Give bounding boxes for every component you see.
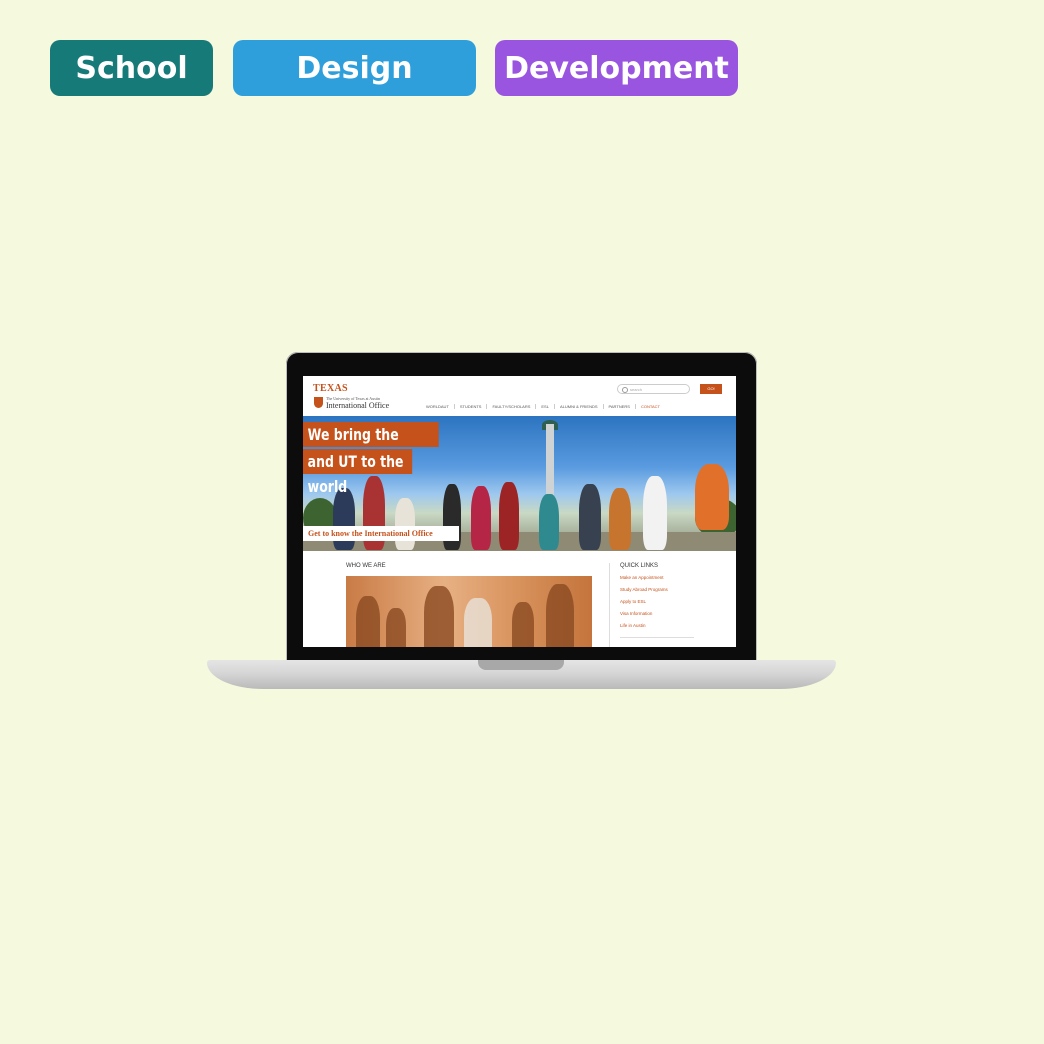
nav-item-partners[interactable]: PARTNERS [604,404,636,409]
hero-person [471,486,491,550]
quick-links-heading: QUICK LINKS [620,563,659,569]
brand-office: International Office [326,401,390,410]
hero-person [395,498,415,550]
tag-development[interactable]: Development [495,40,738,96]
nav-item-worldaut[interactable]: WORLDAUT [421,404,455,409]
who-we-are-heading: WHO WE ARE [346,563,386,569]
quick-links-separator [620,637,694,638]
hero-person [609,488,631,550]
site-header: TEXAS The University of Texas at Austin … [303,376,736,416]
nav-item-alumni[interactable]: ALUMNI & FRIENDS [555,404,604,409]
content-area: WHO WE ARE QUICK LINKS Make an Appointme… [303,551,736,647]
photo-figure [356,596,380,647]
search-icon [622,387,628,393]
tag-school[interactable]: School [50,40,213,96]
hero-person [695,464,729,530]
laptop-screen: TEXAS The University of Texas at Austin … [303,376,736,647]
hero-person [539,494,559,550]
quick-link[interactable]: Apply to ESL [620,599,668,611]
who-we-are-image [346,576,592,647]
column-divider [609,563,610,647]
photo-figure [386,608,406,647]
hero-headline-line1: We bring the world to UT [303,422,439,469]
nav-item-contact[interactable]: CONTACT [636,404,665,409]
photo-figure [546,584,574,647]
main-nav: WORLDAUT STUDENTS FAULTY/SCHOLARS ESL AL… [421,404,665,409]
hero-headline-line2: and UT to the world [303,449,413,496]
nav-item-faculty[interactable]: FAULTY/SCHOLARS [487,404,537,409]
quick-link[interactable]: Visa Information [620,611,668,623]
nav-item-students[interactable]: STUDENTS [455,404,488,409]
photo-figure [464,598,492,647]
hero-banner: We bring the world to UT and UT to the w… [303,416,736,551]
laptop-notch [478,660,564,670]
quick-link[interactable]: Make an Appointment [620,575,668,587]
photo-figure [424,586,454,647]
quick-links-list: Make an Appointment Study Abroad Program… [620,575,668,635]
hero-person [499,482,519,550]
quick-link[interactable]: Study Abroad Programs [620,587,668,599]
quick-link[interactable]: Life in Austin [620,623,668,635]
hero-person [579,484,601,550]
brand-wordmark[interactable]: TEXAS [313,383,348,394]
hero-person [643,476,667,550]
shield-icon [314,397,323,408]
search-button[interactable]: GO! [700,384,722,394]
search-input[interactable]: search [617,384,690,394]
hero-cta-link[interactable]: Get to know the International Office [303,526,459,541]
photo-figure [512,602,534,647]
tag-design[interactable]: Design [233,40,476,96]
search-placeholder: search [630,387,643,392]
nav-item-esl[interactable]: ESL [536,404,555,409]
